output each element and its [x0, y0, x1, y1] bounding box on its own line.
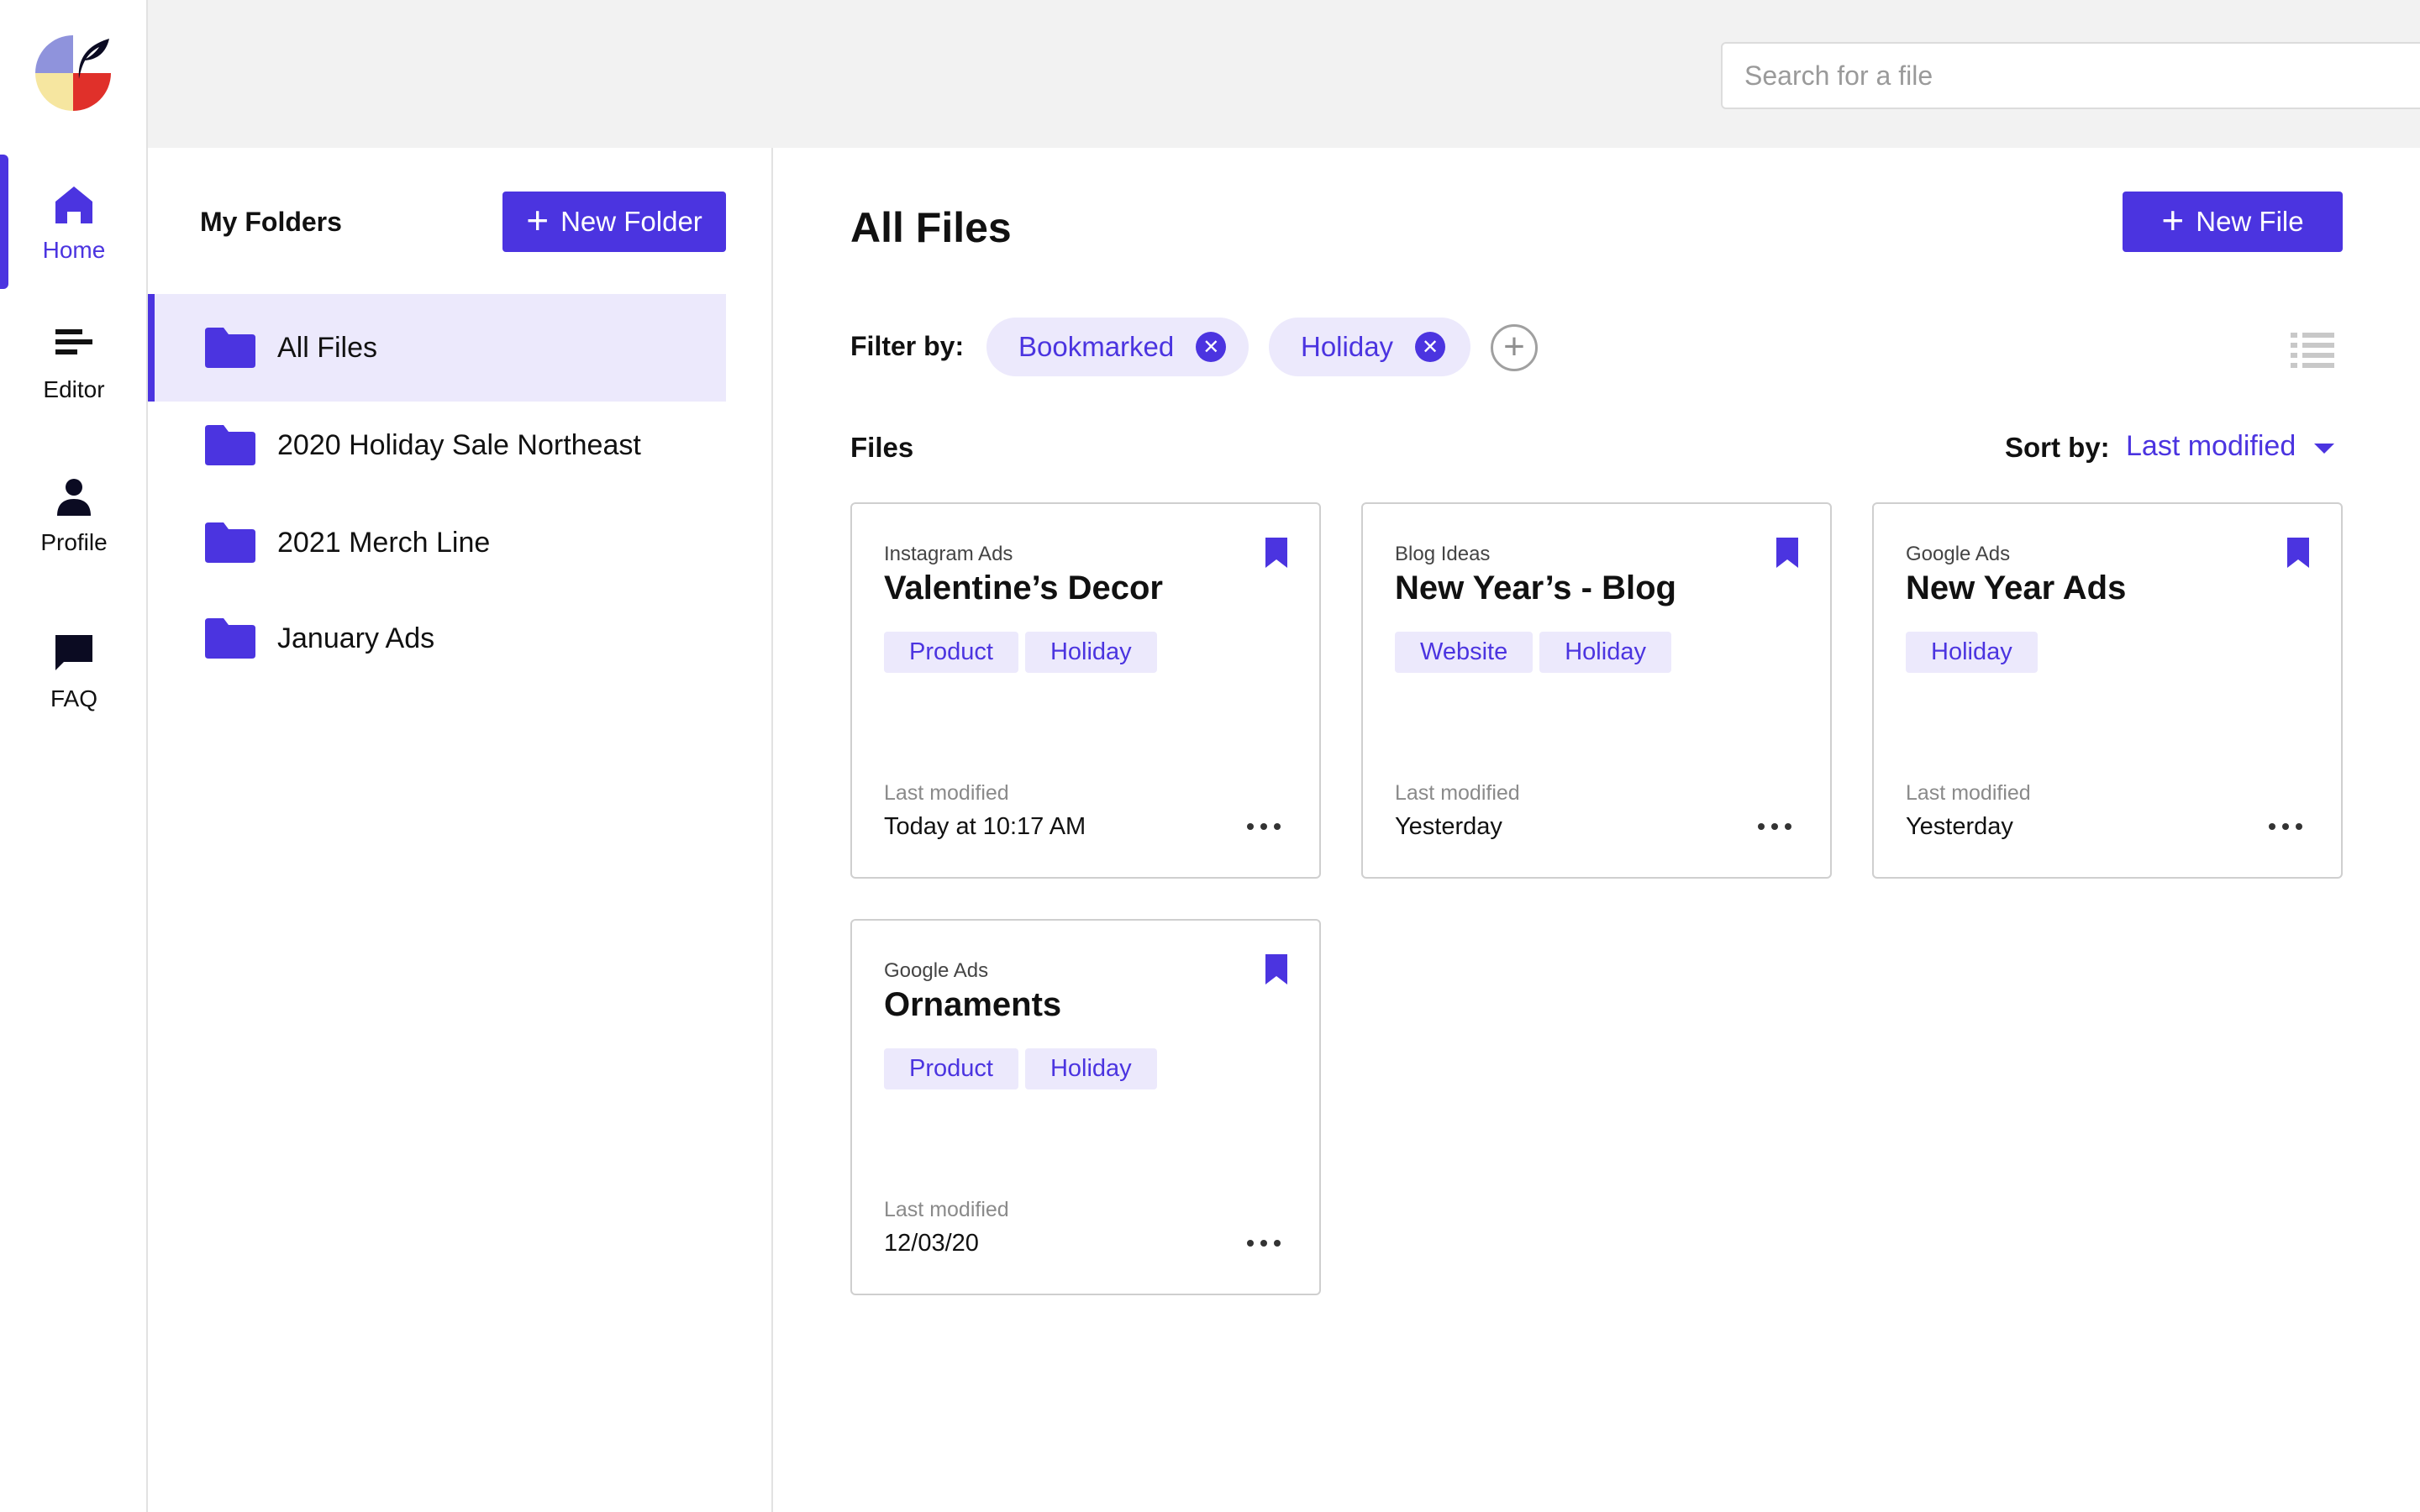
- new-folder-button[interactable]: + New Folder: [502, 192, 726, 252]
- chat-bubble-icon: [55, 635, 92, 670]
- tag[interactable]: Product: [884, 632, 1018, 673]
- list-view-icon[interactable]: [2291, 331, 2334, 368]
- last-modified-label: Last modified: [1395, 781, 1520, 805]
- file-card[interactable]: Instagram Ads Valentine’s Decor Product …: [850, 502, 1321, 879]
- folder-item-all-files[interactable]: All Files: [148, 294, 726, 402]
- page-title: All Files: [850, 204, 1012, 251]
- file-category: Instagram Ads: [884, 543, 1013, 565]
- tag[interactable]: Holiday: [1024, 632, 1157, 673]
- main-content: All Files + New File Filter by: Bookmark…: [775, 148, 2420, 1512]
- bookmark-icon[interactable]: [1265, 954, 1287, 984]
- plus-icon: +: [2161, 198, 2185, 242]
- chevron-down-icon[interactable]: [2314, 444, 2334, 454]
- folder-name: 2021 Merch Line: [277, 526, 491, 559]
- tag-list: Product Holiday: [884, 632, 1157, 673]
- nav-editor-label: Editor: [43, 376, 105, 402]
- nav-editor[interactable]: Editor: [0, 292, 148, 427]
- more-options-icon[interactable]: [2269, 818, 2302, 835]
- sort-dropdown[interactable]: Last modified: [2126, 430, 2296, 463]
- folder-name: 2020 Holiday Sale Northeast: [277, 428, 641, 461]
- bookmark-icon[interactable]: [2287, 538, 2309, 568]
- search-box: [1721, 42, 2420, 109]
- file-category: Google Ads: [1906, 543, 2011, 565]
- more-options-icon[interactable]: [1247, 818, 1281, 835]
- last-modified-value: Yesterday: [1906, 813, 2013, 840]
- nav-home[interactable]: Home: [0, 155, 148, 289]
- app-logo[interactable]: [35, 35, 111, 111]
- tag[interactable]: Holiday: [1024, 1048, 1157, 1089]
- more-options-icon[interactable]: [1247, 1235, 1281, 1252]
- files-section-label: Files: [850, 432, 914, 463]
- file-title: New Year’s - Blog: [1395, 570, 1676, 606]
- file-category: Google Ads: [884, 959, 989, 982]
- last-modified-value: Yesterday: [1395, 813, 1502, 840]
- folder-item-january-ads[interactable]: January Ads: [148, 585, 726, 692]
- search-input[interactable]: [1744, 44, 2417, 108]
- nav-faq-label: FAQ: [50, 685, 97, 711]
- more-options-icon[interactable]: [1758, 818, 1791, 835]
- nav-faq[interactable]: FAQ: [0, 603, 148, 738]
- tag-list: Website Holiday: [1395, 632, 1671, 673]
- bookmark-icon[interactable]: [1265, 538, 1287, 568]
- new-file-label: New File: [2196, 206, 2304, 237]
- file-title: Ornaments: [884, 986, 1062, 1023]
- folders-title: My Folders: [200, 207, 342, 237]
- filter-chip-holiday[interactable]: Holiday ✕: [1269, 318, 1470, 376]
- plus-icon: +: [526, 198, 550, 242]
- folder-item-2021-merch-line[interactable]: 2021 Merch Line: [148, 489, 726, 596]
- file-title: Valentine’s Decor: [884, 570, 1163, 606]
- tag-list: Holiday: [1906, 632, 2038, 673]
- new-folder-label: New Folder: [560, 206, 702, 237]
- new-file-button[interactable]: + New File: [2123, 192, 2343, 252]
- tag[interactable]: Website: [1395, 632, 1534, 673]
- folder-icon: [205, 328, 255, 368]
- nav-profile[interactable]: Profile: [0, 447, 148, 581]
- folder-icon: [205, 618, 255, 659]
- file-card[interactable]: Google Ads New Year Ads Holiday Last mod…: [1872, 502, 2343, 879]
- editor-icon: [55, 329, 92, 354]
- nav-profile-label: Profile: [40, 529, 108, 555]
- bookmark-icon[interactable]: [1776, 538, 1798, 568]
- nav-home-label: Home: [42, 237, 106, 263]
- top-bar: [148, 0, 2420, 148]
- left-nav-rail: Home Editor Profile FAQ: [0, 0, 148, 1512]
- filter-chip-bookmarked[interactable]: Bookmarked ✕: [986, 318, 1249, 376]
- last-modified-value: Today at 10:17 AM: [884, 813, 1086, 840]
- last-modified-label: Last modified: [1906, 781, 2031, 805]
- folder-name: All Files: [277, 331, 378, 364]
- file-card[interactable]: Google Ads Ornaments Product Holiday Las…: [850, 919, 1321, 1295]
- remove-filter-icon[interactable]: ✕: [1196, 332, 1227, 362]
- folders-panel: My Folders + New Folder All Files 2020 H…: [148, 148, 773, 1512]
- folder-item-2020-holiday-sale[interactable]: 2020 Holiday Sale Northeast: [148, 391, 726, 499]
- tag[interactable]: Product: [884, 1048, 1018, 1089]
- filter-chip-label: Bookmarked: [1018, 331, 1175, 362]
- filter-label: Filter by:: [850, 331, 965, 361]
- tag-list: Product Holiday: [884, 1048, 1157, 1089]
- file-title: New Year Ads: [1906, 570, 2127, 606]
- file-category: Blog Ideas: [1395, 543, 1491, 565]
- tag[interactable]: Holiday: [1539, 632, 1671, 673]
- folder-name: January Ads: [277, 622, 435, 654]
- folder-icon: [205, 425, 255, 465]
- folder-icon: [205, 522, 255, 563]
- last-modified-label: Last modified: [884, 781, 1009, 805]
- sort-label: Sort by:: [2005, 432, 2110, 463]
- home-icon: [55, 186, 92, 223]
- tag[interactable]: Holiday: [1906, 632, 2038, 673]
- remove-filter-icon[interactable]: ✕: [1415, 332, 1446, 362]
- last-modified-label: Last modified: [884, 1198, 1009, 1221]
- filter-chip-label: Holiday: [1301, 331, 1394, 362]
- file-card[interactable]: Blog Ideas New Year’s - Blog Website Hol…: [1361, 502, 1832, 879]
- profile-icon: [57, 479, 91, 516]
- add-filter-icon[interactable]: +: [1491, 324, 1538, 371]
- last-modified-value: 12/03/20: [884, 1230, 979, 1257]
